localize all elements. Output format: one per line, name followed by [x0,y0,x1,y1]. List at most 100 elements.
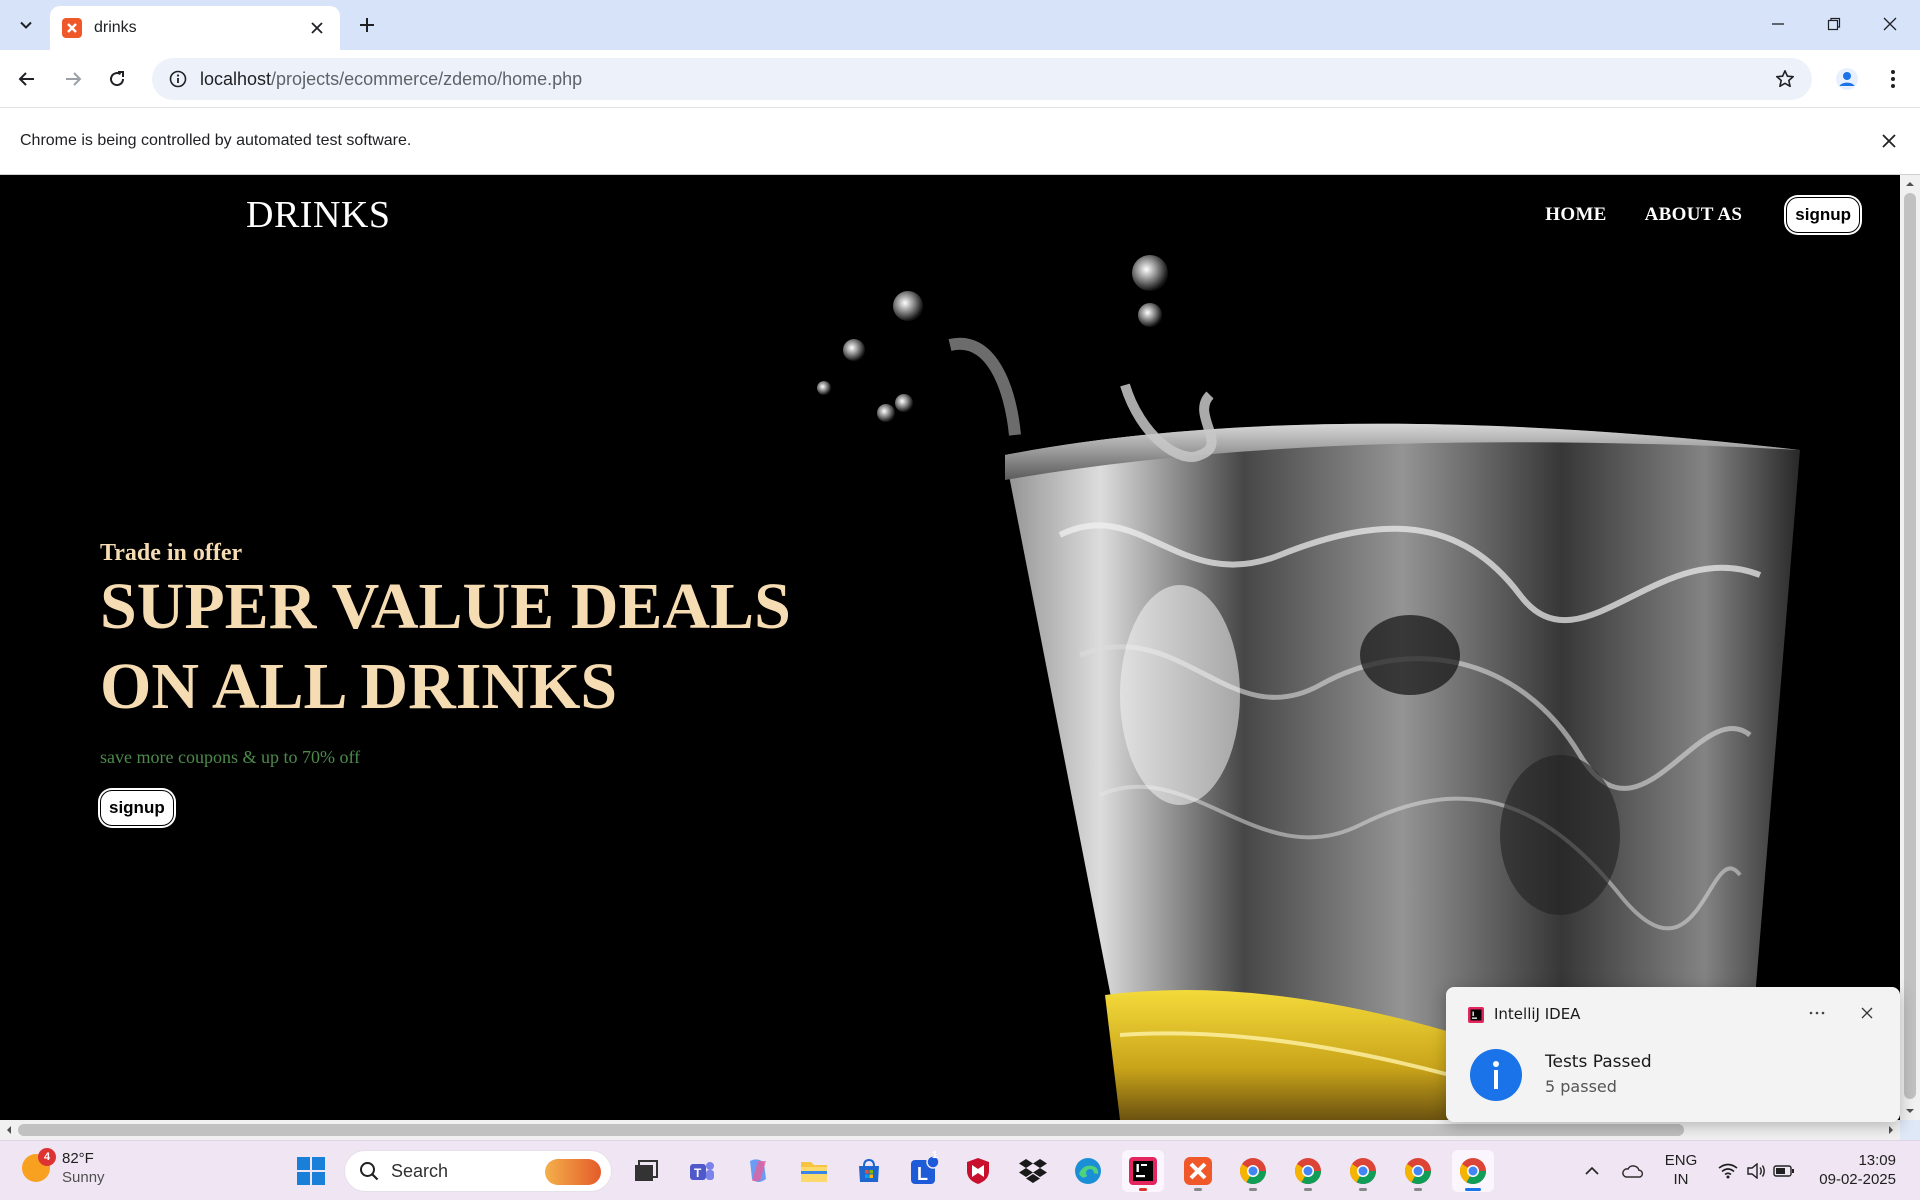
system-tray[interactable] [1714,1157,1798,1185]
infobar-close-button[interactable] [1876,128,1902,154]
microsoft-store-icon[interactable] [848,1150,890,1192]
reload-button[interactable] [100,62,134,96]
notification-body: 5 passed [1545,1077,1617,1096]
volume-icon[interactable] [1742,1157,1770,1185]
minimize-icon [1772,23,1784,25]
battery-icon[interactable] [1770,1157,1798,1185]
hero-signup-button[interactable]: signup [100,790,174,826]
hero-subtitle: save more coupons & up to 70% off [100,747,361,767]
scroll-right-icon[interactable] [1884,1120,1898,1140]
address-bar[interactable]: localhost/projects/ecommerce/zdemo/home.… [152,58,1812,100]
intellij-notification[interactable]: IntelliJ IDEA Tests Passed 5 passed [1446,987,1900,1122]
tray-overflow-button[interactable] [1580,1159,1604,1183]
nav-home-link[interactable]: HOME [1545,204,1606,226]
wifi-icon[interactable] [1714,1157,1742,1185]
pizza-highlight-icon [545,1159,601,1185]
scroll-up-icon[interactable] [1900,177,1920,191]
file-explorer-icon[interactable] [793,1150,835,1192]
xampp-favicon-icon [62,18,82,38]
clock-time: 13:09 [1858,1152,1896,1169]
minimize-button[interactable] [1750,0,1806,48]
chevron-up-icon [1585,1166,1599,1175]
windows-start-icon[interactable] [296,1156,326,1186]
close-icon [311,22,323,34]
chrome-icon-1[interactable] [1232,1150,1274,1192]
hero-title-line1: SUPER VALUE DEALS [100,570,791,643]
back-button[interactable] [10,62,44,96]
reload-icon [110,71,125,87]
running-indicator [1414,1188,1422,1191]
teams-icon[interactable]: T [681,1150,723,1192]
scroll-down-icon[interactable] [1900,1104,1920,1118]
copilot-icon[interactable] [737,1150,779,1192]
restore-icon [1827,17,1841,31]
weather-widget[interactable]: 4 82°F Sunny [22,1148,105,1187]
more-horizontal-icon [1809,1011,1825,1015]
chrome-menu-button[interactable] [1876,62,1910,96]
tab-close-button[interactable] [306,17,328,39]
xampp-taskbar-icon[interactable] [1177,1150,1219,1192]
weather-temp: 82°F [62,1150,94,1167]
infobar-text: Chrome is being controlled by automated … [20,132,412,149]
close-window-button[interactable] [1862,0,1918,48]
running-indicator [1304,1188,1312,1191]
browser-tab[interactable]: drinks [50,6,340,50]
url-text[interactable]: localhost/projects/ecommerce/zdemo/home.… [200,69,582,90]
chevron-down-icon [20,21,32,29]
arrow-right-icon [66,72,82,86]
vertical-scrollbar[interactable] [1900,175,1920,1120]
profile-button[interactable] [1830,62,1864,96]
taskbar-search[interactable]: Search [344,1150,612,1192]
lens-app-icon[interactable]: L 1 [903,1150,945,1192]
horizontal-scroll-thumb[interactable] [18,1124,1684,1136]
weather-badge: 4 [38,1148,56,1166]
task-view-icon[interactable] [625,1150,667,1192]
active-indicator [1465,1188,1481,1191]
edge-icon[interactable] [1067,1150,1109,1192]
forward-button[interactable] [56,62,90,96]
site-logo[interactable]: DRINKS [246,193,390,237]
running-indicator [1359,1188,1367,1191]
notification-close-button[interactable] [1852,999,1882,1027]
site-info-icon[interactable] [156,70,200,88]
taskbar-search-label: Search [391,1160,449,1181]
language-indicator[interactable]: ENG IN [1660,1151,1702,1189]
tab-search-button[interactable] [10,9,42,41]
running-indicator [1249,1188,1257,1191]
tab-strip: drinks [0,0,1920,50]
profile-icon [1836,68,1858,90]
hero-title: SUPER VALUE DEALS ON ALL DRINKS [100,567,791,727]
notification-app-name: IntelliJ IDEA [1494,1005,1581,1023]
plus-icon [360,18,374,32]
close-icon [1883,17,1897,31]
svg-text:L: L [917,1164,928,1184]
chrome-icon-active[interactable] [1452,1150,1494,1192]
url-host: localhost [200,68,272,89]
star-icon [1776,70,1794,88]
scroll-left-icon[interactable] [2,1120,16,1140]
arrow-left-icon [18,72,34,86]
tab-title: drinks [94,19,137,36]
clock[interactable]: 13:09 09-02-2025 [1812,1151,1896,1189]
weather-desc: Sunny [62,1169,105,1186]
mcafee-icon[interactable] [957,1150,999,1192]
chrome-icon-2[interactable] [1287,1150,1329,1192]
automation-infobar: Chrome is being controlled by automated … [0,108,1920,175]
onedrive-icon[interactable] [1618,1159,1646,1183]
vertical-scroll-thumb[interactable] [1904,193,1916,1099]
new-tab-button[interactable] [352,10,382,40]
chrome-icon-4[interactable] [1397,1150,1439,1192]
bookmark-button[interactable] [1772,66,1798,92]
url-path: /projects/ecommerce/zdemo/home.php [271,68,583,89]
horizontal-scrollbar[interactable] [0,1120,1900,1140]
intellij-taskbar-icon[interactable] [1122,1150,1164,1192]
notification-more-button[interactable] [1802,999,1832,1027]
nav-about-link[interactable]: ABOUT AS [1645,204,1743,226]
close-icon [1882,134,1896,148]
hero-title-line2: ON ALL DRINKS [100,650,618,723]
nav-signup-button[interactable]: signup [1786,197,1860,233]
dropbox-icon[interactable] [1012,1150,1054,1192]
restore-button[interactable] [1806,0,1862,48]
intellij-icon [1468,1007,1484,1023]
chrome-icon-3[interactable] [1342,1150,1384,1192]
